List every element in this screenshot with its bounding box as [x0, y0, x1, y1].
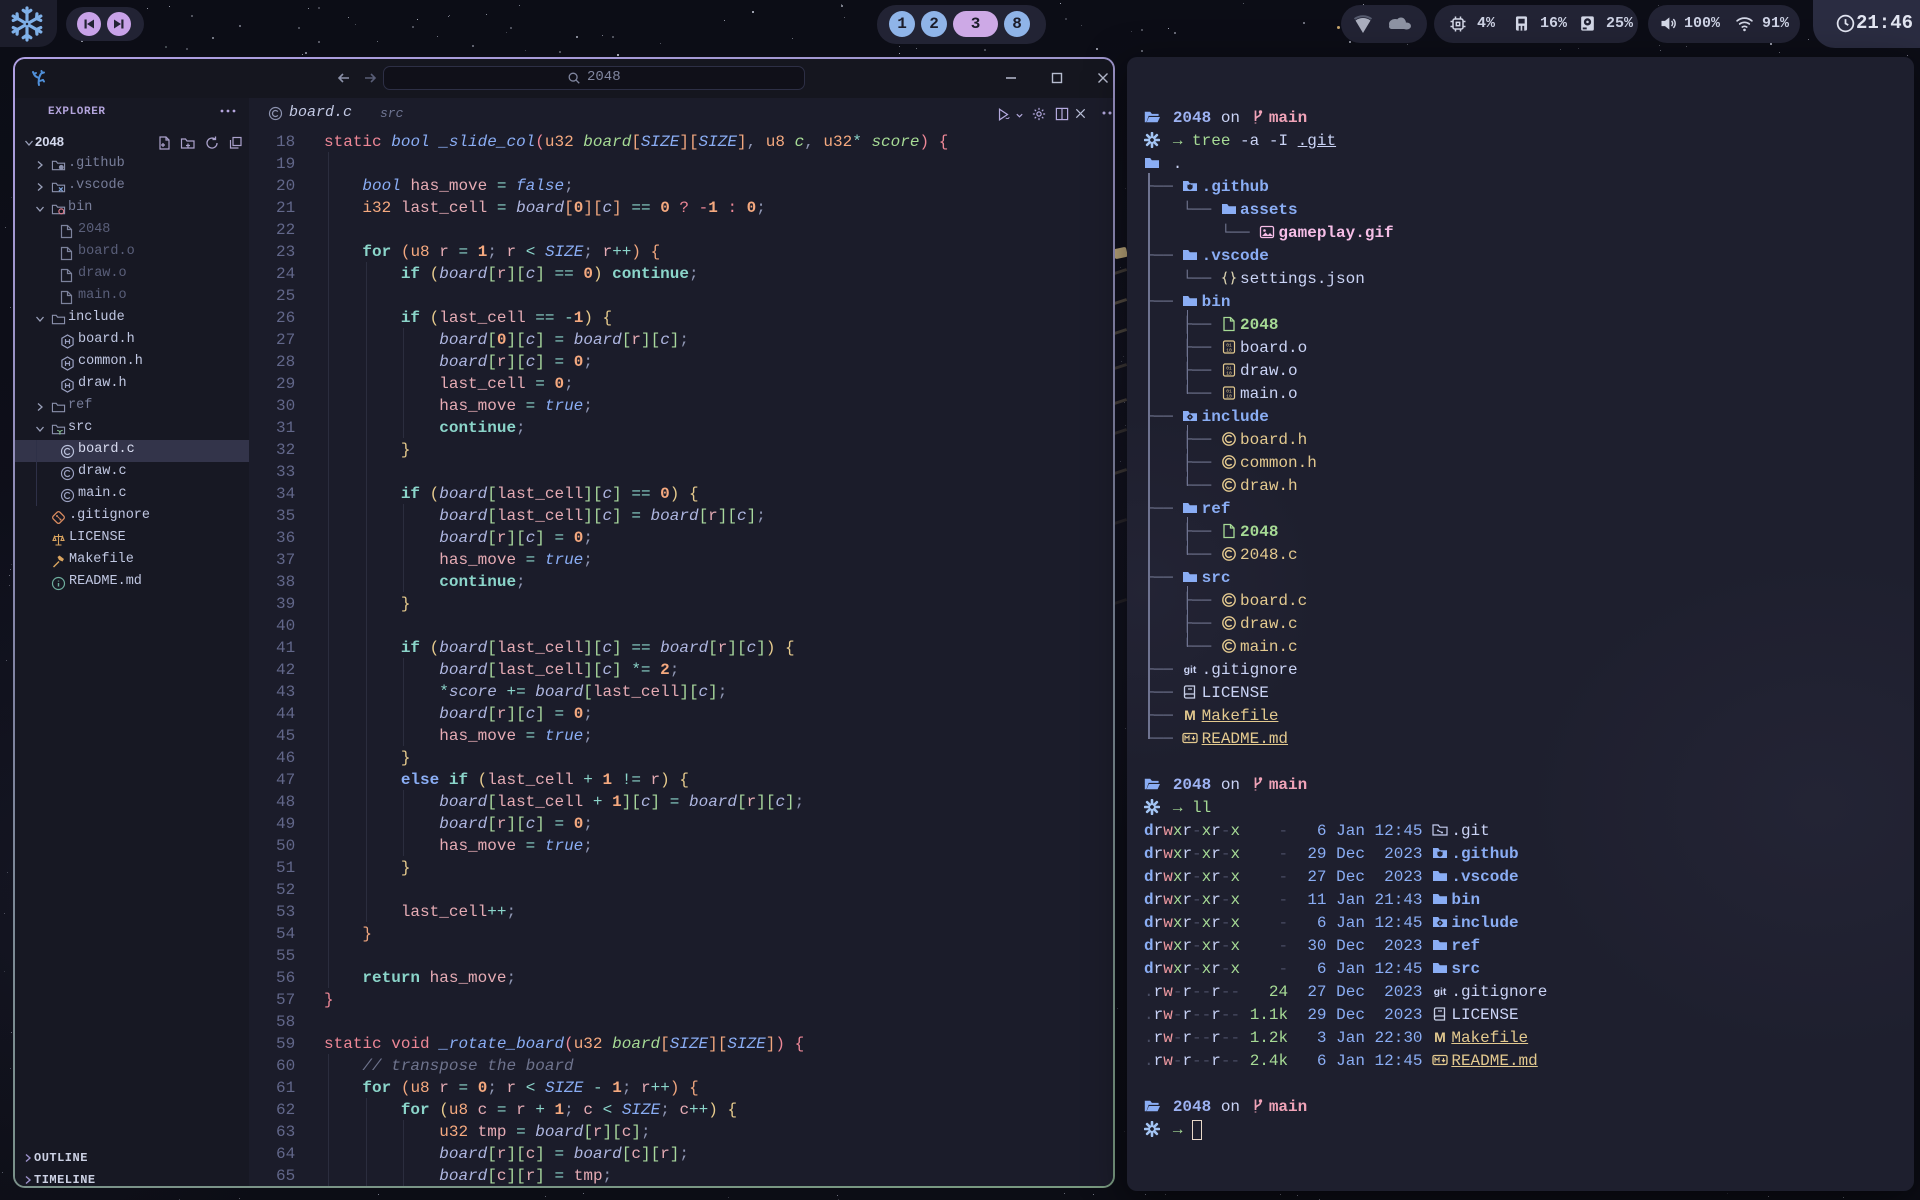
- svg-text:M: M: [1185, 707, 1197, 723]
- svg-text:git: git: [1184, 664, 1197, 676]
- svg-text:10: 10: [1226, 347, 1232, 353]
- svg-text:M: M: [1434, 1029, 1446, 1045]
- svg-text:10: 10: [1226, 370, 1232, 376]
- svg-text:10: 10: [1226, 393, 1232, 399]
- svg-text:git: git: [1434, 986, 1447, 998]
